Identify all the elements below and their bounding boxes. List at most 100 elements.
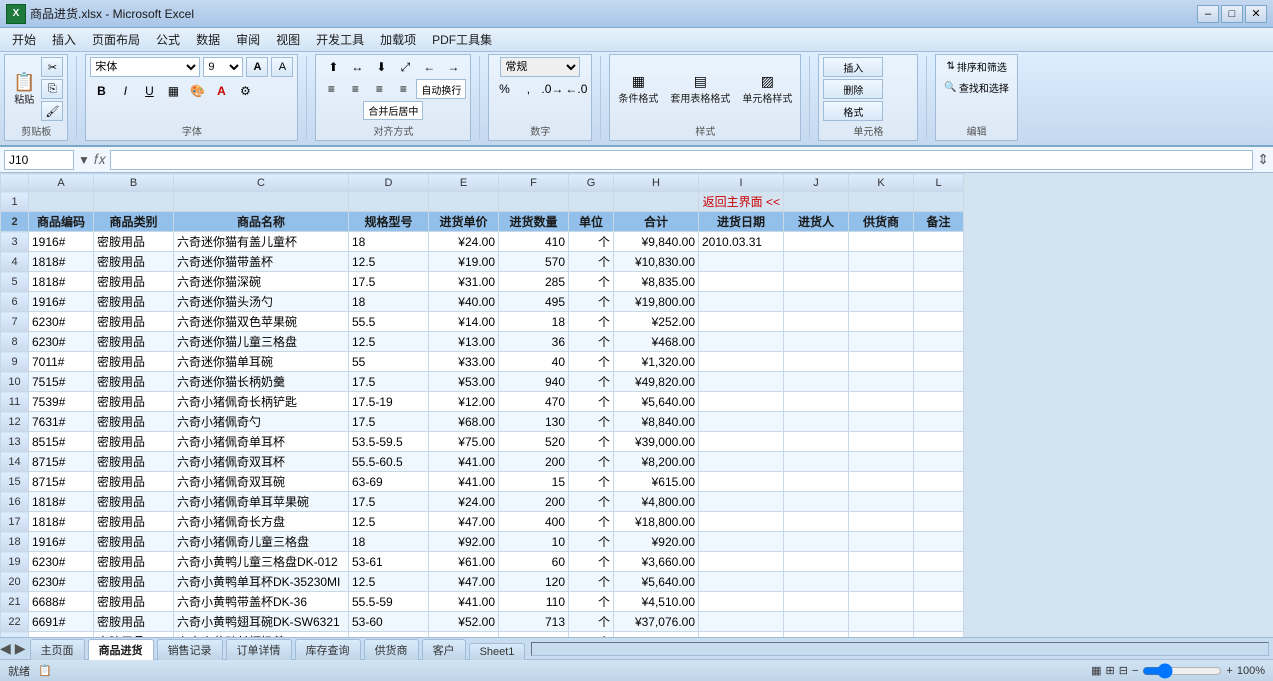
cell-D12[interactable]: 17.5 bbox=[349, 412, 429, 432]
cell-G9[interactable]: 个 bbox=[569, 352, 614, 372]
cell-L14[interactable] bbox=[914, 452, 964, 472]
increase-decimal-button[interactable]: .0→ bbox=[541, 79, 563, 99]
cell-D23[interactable] bbox=[349, 632, 429, 638]
cell-F2[interactable]: 进货数量 bbox=[499, 212, 569, 232]
cell-L17[interactable] bbox=[914, 512, 964, 532]
cell-L22[interactable] bbox=[914, 612, 964, 632]
cell-J20[interactable] bbox=[784, 572, 849, 592]
col-header-J[interactable]: J bbox=[784, 174, 849, 192]
menu-insert[interactable]: 插入 bbox=[44, 29, 84, 50]
cell-H6[interactable]: ¥19,800.00 bbox=[614, 292, 699, 312]
cell-K3[interactable] bbox=[849, 232, 914, 252]
cell-F19[interactable]: 60 bbox=[499, 552, 569, 572]
cell-C21[interactable]: 六奇小黄鸭带盖杯DK-36 bbox=[174, 592, 349, 612]
cell-E3[interactable]: ¥24.00 bbox=[429, 232, 499, 252]
cell-G15[interactable]: 个 bbox=[569, 472, 614, 492]
cell-I18[interactable] bbox=[699, 532, 784, 552]
cell-I19[interactable] bbox=[699, 552, 784, 572]
cell-J15[interactable] bbox=[784, 472, 849, 492]
text-direction-button[interactable]: ⤢ bbox=[394, 57, 416, 77]
cell-I5[interactable] bbox=[699, 272, 784, 292]
cell-H9[interactable]: ¥1,320.00 bbox=[614, 352, 699, 372]
cell-K13[interactable] bbox=[849, 432, 914, 452]
menu-developer[interactable]: 开发工具 bbox=[308, 29, 372, 50]
menu-page-layout[interactable]: 页面布局 bbox=[84, 29, 148, 50]
cell-L11[interactable] bbox=[914, 392, 964, 412]
cell-B16[interactable]: 密胺用品 bbox=[94, 492, 174, 512]
cell-L18[interactable] bbox=[914, 532, 964, 552]
cell-L23[interactable] bbox=[914, 632, 964, 638]
cell-L4[interactable] bbox=[914, 252, 964, 272]
cell-L1[interactable] bbox=[914, 192, 964, 212]
cell-G6[interactable]: 个 bbox=[569, 292, 614, 312]
tab-nav-prev[interactable]: ◀ bbox=[0, 640, 11, 657]
cell-B19[interactable]: 密胺用品 bbox=[94, 552, 174, 572]
increase-font-button[interactable]: A bbox=[246, 57, 268, 77]
col-header-A[interactable]: A bbox=[29, 174, 94, 192]
cell-J19[interactable] bbox=[784, 552, 849, 572]
cell-F11[interactable]: 470 bbox=[499, 392, 569, 412]
cell-G13[interactable]: 个 bbox=[569, 432, 614, 452]
cell-H1[interactable] bbox=[614, 192, 699, 212]
cell-G21[interactable]: 个 bbox=[569, 592, 614, 612]
col-header-L[interactable]: L bbox=[914, 174, 964, 192]
sheet-tab-订单详情[interactable]: 订单详情 bbox=[226, 639, 292, 660]
cell-A20[interactable]: 6230# bbox=[29, 572, 94, 592]
cell-I17[interactable] bbox=[699, 512, 784, 532]
maximize-button[interactable]: □ bbox=[1221, 5, 1243, 23]
cell-D11[interactable]: 17.5-19 bbox=[349, 392, 429, 412]
dropdown-icon[interactable]: ▼ bbox=[78, 153, 90, 167]
close-button[interactable]: ✕ bbox=[1245, 5, 1267, 23]
cell-E22[interactable]: ¥52.00 bbox=[429, 612, 499, 632]
cell-C4[interactable]: 六奇迷你猫带盖杯 bbox=[174, 252, 349, 272]
cell-A19[interactable]: 6230# bbox=[29, 552, 94, 572]
comma-button[interactable]: , bbox=[517, 79, 539, 99]
cell-J1[interactable] bbox=[784, 192, 849, 212]
cell-D21[interactable]: 55.5-59 bbox=[349, 592, 429, 612]
cell-K11[interactable] bbox=[849, 392, 914, 412]
cell-H15[interactable]: ¥615.00 bbox=[614, 472, 699, 492]
cell-L12[interactable] bbox=[914, 412, 964, 432]
cell-B10[interactable]: 密胺用品 bbox=[94, 372, 174, 392]
cell-C11[interactable]: 六奇小猪佩奇长柄铲匙 bbox=[174, 392, 349, 412]
cell-L19[interactable] bbox=[914, 552, 964, 572]
bold-button[interactable]: B bbox=[90, 81, 112, 101]
cell-F7[interactable]: 18 bbox=[499, 312, 569, 332]
cell-D8[interactable]: 12.5 bbox=[349, 332, 429, 352]
cell-L8[interactable] bbox=[914, 332, 964, 352]
cell-G1[interactable] bbox=[569, 192, 614, 212]
formula-input[interactable] bbox=[110, 150, 1253, 170]
cell-H2[interactable]: 合计 bbox=[614, 212, 699, 232]
cell-style-button[interactable]: ▨ 单元格样式 bbox=[738, 71, 796, 107]
cell-B6[interactable]: 密胺用品 bbox=[94, 292, 174, 312]
cell-A22[interactable]: 6691# bbox=[29, 612, 94, 632]
cell-F8[interactable]: 36 bbox=[499, 332, 569, 352]
menu-data[interactable]: 数据 bbox=[188, 29, 228, 50]
col-header-F[interactable]: F bbox=[499, 174, 569, 192]
menu-formula[interactable]: 公式 bbox=[148, 29, 188, 50]
cell-F22[interactable]: 713 bbox=[499, 612, 569, 632]
cell-F23[interactable]: 1150 bbox=[499, 632, 569, 638]
cell-L2[interactable]: 备注 bbox=[914, 212, 964, 232]
cell-A23[interactable]: 7515# bbox=[29, 632, 94, 638]
decrease-font-button[interactable]: A bbox=[271, 57, 293, 77]
cell-E1[interactable] bbox=[429, 192, 499, 212]
name-box[interactable] bbox=[4, 150, 74, 170]
cell-B5[interactable]: 密胺用品 bbox=[94, 272, 174, 292]
tab-nav-next[interactable]: ▶ bbox=[15, 640, 26, 657]
view-normal-icon[interactable]: ▦ bbox=[1091, 664, 1101, 677]
cell-G10[interactable]: 个 bbox=[569, 372, 614, 392]
cell-C22[interactable]: 六奇小黄鸭翅耳碗DK-SW6321 bbox=[174, 612, 349, 632]
format-painter-button[interactable]: 🖌 bbox=[41, 101, 63, 121]
cell-G20[interactable]: 个 bbox=[569, 572, 614, 592]
menu-start[interactable]: 开始 bbox=[4, 29, 44, 50]
cell-C13[interactable]: 六奇小猪佩奇单耳杯 bbox=[174, 432, 349, 452]
cell-A21[interactable]: 6688# bbox=[29, 592, 94, 612]
cell-L9[interactable] bbox=[914, 352, 964, 372]
cell-J3[interactable] bbox=[784, 232, 849, 252]
cell-E9[interactable]: ¥33.00 bbox=[429, 352, 499, 372]
cell-J14[interactable] bbox=[784, 452, 849, 472]
cell-F21[interactable]: 110 bbox=[499, 592, 569, 612]
cell-F6[interactable]: 495 bbox=[499, 292, 569, 312]
cell-L15[interactable] bbox=[914, 472, 964, 492]
